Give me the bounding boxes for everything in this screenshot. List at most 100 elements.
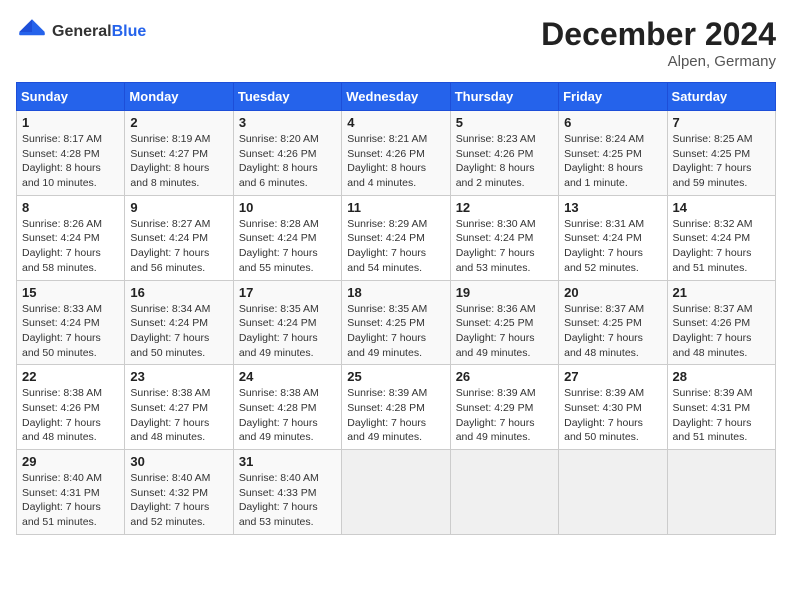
- week-row-5: 29 Sunrise: 8:40 AM Sunset: 4:31 PM Dayl…: [17, 450, 776, 535]
- day-number: 8: [22, 200, 119, 215]
- day-number: 4: [347, 115, 444, 130]
- col-monday: Monday: [125, 83, 233, 111]
- day-number: 6: [564, 115, 661, 130]
- day-info: Sunrise: 8:31 AM Sunset: 4:24 PM Dayligh…: [564, 217, 661, 276]
- day-info: Sunrise: 8:40 AM Sunset: 4:32 PM Dayligh…: [130, 471, 227, 530]
- day-info: Sunrise: 8:38 AM Sunset: 4:28 PM Dayligh…: [239, 386, 336, 445]
- day-cell: [342, 450, 450, 535]
- day-info: Sunrise: 8:35 AM Sunset: 4:24 PM Dayligh…: [239, 302, 336, 361]
- day-info: Sunrise: 8:39 AM Sunset: 4:28 PM Dayligh…: [347, 386, 444, 445]
- day-cell: 31 Sunrise: 8:40 AM Sunset: 4:33 PM Dayl…: [233, 450, 341, 535]
- day-number: 15: [22, 285, 119, 300]
- week-row-3: 15 Sunrise: 8:33 AM Sunset: 4:24 PM Dayl…: [17, 280, 776, 365]
- day-info: Sunrise: 8:39 AM Sunset: 4:29 PM Dayligh…: [456, 386, 553, 445]
- day-cell: 22 Sunrise: 8:38 AM Sunset: 4:26 PM Dayl…: [17, 365, 125, 450]
- day-info: Sunrise: 8:33 AM Sunset: 4:24 PM Dayligh…: [22, 302, 119, 361]
- day-cell: [667, 450, 775, 535]
- day-info: Sunrise: 8:27 AM Sunset: 4:24 PM Dayligh…: [130, 217, 227, 276]
- calendar-table: Sunday Monday Tuesday Wednesday Thursday…: [16, 82, 776, 535]
- day-cell: 14 Sunrise: 8:32 AM Sunset: 4:24 PM Dayl…: [667, 195, 775, 280]
- logo-text: GeneralBlue: [52, 23, 146, 41]
- day-cell: 10 Sunrise: 8:28 AM Sunset: 4:24 PM Dayl…: [233, 195, 341, 280]
- day-number: 3: [239, 115, 336, 130]
- day-number: 5: [456, 115, 553, 130]
- day-number: 21: [673, 285, 770, 300]
- title-block: December 2024 Alpen, Germany: [541, 16, 776, 70]
- day-cell: 12 Sunrise: 8:30 AM Sunset: 4:24 PM Dayl…: [450, 195, 558, 280]
- day-number: 26: [456, 369, 553, 384]
- calendar-header-row: Sunday Monday Tuesday Wednesday Thursday…: [17, 83, 776, 111]
- day-number: 28: [673, 369, 770, 384]
- col-sunday: Sunday: [17, 83, 125, 111]
- col-friday: Friday: [559, 83, 667, 111]
- day-number: 27: [564, 369, 661, 384]
- logo-blue-text: Blue: [112, 23, 147, 40]
- day-info: Sunrise: 8:17 AM Sunset: 4:28 PM Dayligh…: [22, 132, 119, 191]
- day-cell: 8 Sunrise: 8:26 AM Sunset: 4:24 PM Dayli…: [17, 195, 125, 280]
- day-number: 25: [347, 369, 444, 384]
- day-info: Sunrise: 8:26 AM Sunset: 4:24 PM Dayligh…: [22, 217, 119, 276]
- day-info: Sunrise: 8:32 AM Sunset: 4:24 PM Dayligh…: [673, 217, 770, 276]
- day-cell: 6 Sunrise: 8:24 AM Sunset: 4:25 PM Dayli…: [559, 111, 667, 196]
- day-info: Sunrise: 8:37 AM Sunset: 4:26 PM Dayligh…: [673, 302, 770, 361]
- day-cell: 7 Sunrise: 8:25 AM Sunset: 4:25 PM Dayli…: [667, 111, 775, 196]
- day-number: 20: [564, 285, 661, 300]
- col-tuesday: Tuesday: [233, 83, 341, 111]
- day-info: Sunrise: 8:39 AM Sunset: 4:31 PM Dayligh…: [673, 386, 770, 445]
- day-cell: [450, 450, 558, 535]
- day-cell: 5 Sunrise: 8:23 AM Sunset: 4:26 PM Dayli…: [450, 111, 558, 196]
- day-info: Sunrise: 8:40 AM Sunset: 4:31 PM Dayligh…: [22, 471, 119, 530]
- logo-icon: [16, 16, 48, 48]
- day-cell: 13 Sunrise: 8:31 AM Sunset: 4:24 PM Dayl…: [559, 195, 667, 280]
- day-info: Sunrise: 8:34 AM Sunset: 4:24 PM Dayligh…: [130, 302, 227, 361]
- day-number: 31: [239, 454, 336, 469]
- day-cell: 3 Sunrise: 8:20 AM Sunset: 4:26 PM Dayli…: [233, 111, 341, 196]
- day-cell: 19 Sunrise: 8:36 AM Sunset: 4:25 PM Dayl…: [450, 280, 558, 365]
- day-number: 29: [22, 454, 119, 469]
- day-info: Sunrise: 8:30 AM Sunset: 4:24 PM Dayligh…: [456, 217, 553, 276]
- day-cell: 15 Sunrise: 8:33 AM Sunset: 4:24 PM Dayl…: [17, 280, 125, 365]
- day-info: Sunrise: 8:38 AM Sunset: 4:26 PM Dayligh…: [22, 386, 119, 445]
- day-cell: 1 Sunrise: 8:17 AM Sunset: 4:28 PM Dayli…: [17, 111, 125, 196]
- day-cell: 9 Sunrise: 8:27 AM Sunset: 4:24 PM Dayli…: [125, 195, 233, 280]
- day-info: Sunrise: 8:29 AM Sunset: 4:24 PM Dayligh…: [347, 217, 444, 276]
- day-cell: 23 Sunrise: 8:38 AM Sunset: 4:27 PM Dayl…: [125, 365, 233, 450]
- day-cell: 30 Sunrise: 8:40 AM Sunset: 4:32 PM Dayl…: [125, 450, 233, 535]
- logo-general-text: General: [52, 23, 112, 40]
- day-number: 18: [347, 285, 444, 300]
- day-info: Sunrise: 8:25 AM Sunset: 4:25 PM Dayligh…: [673, 132, 770, 191]
- day-number: 17: [239, 285, 336, 300]
- day-number: 23: [130, 369, 227, 384]
- day-cell: 16 Sunrise: 8:34 AM Sunset: 4:24 PM Dayl…: [125, 280, 233, 365]
- day-number: 9: [130, 200, 227, 215]
- day-cell: 18 Sunrise: 8:35 AM Sunset: 4:25 PM Dayl…: [342, 280, 450, 365]
- day-cell: 27 Sunrise: 8:39 AM Sunset: 4:30 PM Dayl…: [559, 365, 667, 450]
- day-cell: 20 Sunrise: 8:37 AM Sunset: 4:25 PM Dayl…: [559, 280, 667, 365]
- day-cell: 17 Sunrise: 8:35 AM Sunset: 4:24 PM Dayl…: [233, 280, 341, 365]
- day-cell: 28 Sunrise: 8:39 AM Sunset: 4:31 PM Dayl…: [667, 365, 775, 450]
- day-info: Sunrise: 8:24 AM Sunset: 4:25 PM Dayligh…: [564, 132, 661, 191]
- logo: GeneralBlue: [16, 16, 146, 48]
- day-number: 19: [456, 285, 553, 300]
- day-info: Sunrise: 8:38 AM Sunset: 4:27 PM Dayligh…: [130, 386, 227, 445]
- day-info: Sunrise: 8:28 AM Sunset: 4:24 PM Dayligh…: [239, 217, 336, 276]
- day-cell: 26 Sunrise: 8:39 AM Sunset: 4:29 PM Dayl…: [450, 365, 558, 450]
- day-cell: 2 Sunrise: 8:19 AM Sunset: 4:27 PM Dayli…: [125, 111, 233, 196]
- day-info: Sunrise: 8:39 AM Sunset: 4:30 PM Dayligh…: [564, 386, 661, 445]
- month-title: December 2024: [541, 16, 776, 53]
- day-info: Sunrise: 8:36 AM Sunset: 4:25 PM Dayligh…: [456, 302, 553, 361]
- day-cell: 21 Sunrise: 8:37 AM Sunset: 4:26 PM Dayl…: [667, 280, 775, 365]
- day-number: 12: [456, 200, 553, 215]
- day-number: 10: [239, 200, 336, 215]
- day-number: 16: [130, 285, 227, 300]
- week-row-4: 22 Sunrise: 8:38 AM Sunset: 4:26 PM Dayl…: [17, 365, 776, 450]
- week-row-2: 8 Sunrise: 8:26 AM Sunset: 4:24 PM Dayli…: [17, 195, 776, 280]
- location: Alpen, Germany: [541, 53, 776, 70]
- day-cell: [559, 450, 667, 535]
- day-cell: 29 Sunrise: 8:40 AM Sunset: 4:31 PM Dayl…: [17, 450, 125, 535]
- day-cell: 11 Sunrise: 8:29 AM Sunset: 4:24 PM Dayl…: [342, 195, 450, 280]
- day-cell: 25 Sunrise: 8:39 AM Sunset: 4:28 PM Dayl…: [342, 365, 450, 450]
- day-info: Sunrise: 8:40 AM Sunset: 4:33 PM Dayligh…: [239, 471, 336, 530]
- day-number: 2: [130, 115, 227, 130]
- day-info: Sunrise: 8:23 AM Sunset: 4:26 PM Dayligh…: [456, 132, 553, 191]
